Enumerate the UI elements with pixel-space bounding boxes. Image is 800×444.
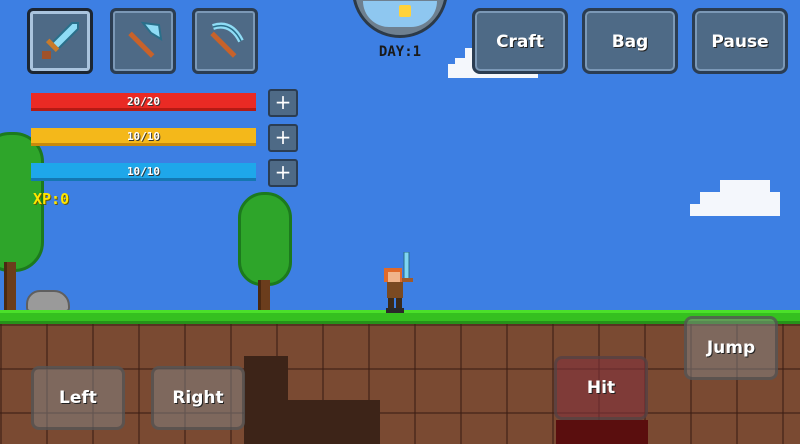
sword-icon — [42, 22, 79, 59]
rock — [26, 290, 70, 312]
sky-window — [363, 1, 437, 27]
jump-button[interactable]: Jump — [684, 316, 778, 380]
player-character — [384, 252, 413, 313]
lava-block — [556, 420, 648, 444]
xp-counter: XP:0 — [33, 190, 70, 208]
stamina-plus-button[interactable]: + — [268, 124, 298, 152]
tool-slot-pickaxe[interactable] — [192, 8, 258, 74]
tool-slot-sword[interactable] — [27, 8, 93, 74]
hit-button[interactable]: Hit — [554, 356, 648, 420]
sun-icon — [399, 5, 411, 17]
health-plus-button[interactable]: + — [268, 89, 298, 117]
dug-tunnel — [288, 400, 380, 444]
craft-button[interactable]: Craft — [472, 8, 568, 74]
pickaxe-icon — [210, 22, 244, 58]
day-counter: DAY:1 — [378, 44, 422, 60]
dug-tunnel — [244, 356, 288, 444]
bag-button[interactable]: Bag — [582, 8, 678, 74]
tool-slot-axe[interactable] — [110, 8, 176, 74]
stamina-bar: 10/10 — [31, 128, 256, 146]
axe-icon — [128, 21, 163, 58]
mana-bar: 10/10 — [31, 163, 256, 181]
health-bar: 20/20 — [31, 93, 256, 111]
mana-plus-button[interactable]: + — [268, 159, 298, 187]
game-scene: 20/20 + 10/10 + 10/10 + XP:0 DAY:1 Craft… — [0, 0, 800, 444]
pause-button[interactable]: Pause — [692, 8, 788, 74]
move-right-button[interactable]: Right — [151, 366, 245, 430]
day-cycle-dial — [352, 0, 448, 38]
move-left-button[interactable]: Left — [31, 366, 125, 430]
